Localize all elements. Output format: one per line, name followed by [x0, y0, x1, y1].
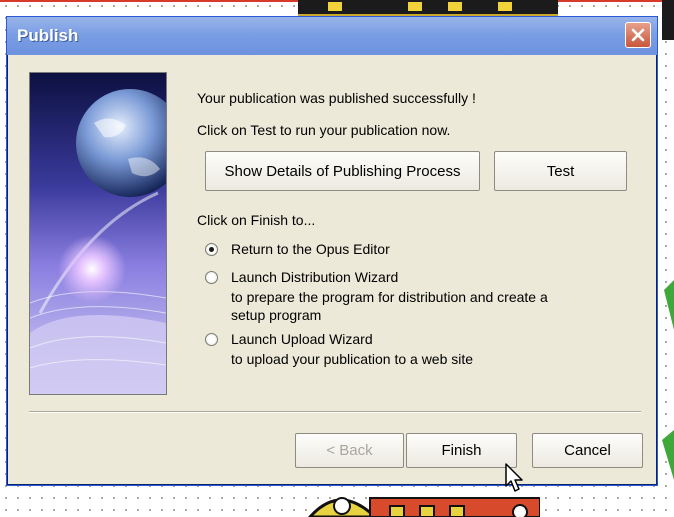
- show-details-button[interactable]: Show Details of Publishing Process: [205, 151, 480, 191]
- close-button[interactable]: [625, 22, 651, 48]
- separator: [29, 411, 641, 413]
- mouse-pointer-icon: [505, 463, 523, 492]
- background-illustration-top: [298, 0, 558, 17]
- finish-hint: Click on Finish to...: [197, 212, 316, 228]
- option-label[interactable]: Launch Upload Wizard: [231, 331, 373, 347]
- option-description: to prepare the program for distribution …: [231, 289, 548, 305]
- cancel-button[interactable]: Cancel: [532, 433, 643, 468]
- option-description: setup program: [231, 307, 322, 323]
- finish-button[interactable]: Finish: [406, 433, 517, 468]
- option-label[interactable]: Return to the Opus Editor: [231, 241, 390, 257]
- close-icon: [631, 28, 645, 42]
- success-message: Your publication was published successfu…: [197, 90, 476, 106]
- radio-return-to-editor[interactable]: [205, 243, 218, 256]
- publish-dialog: Publish Your publication was published s…: [6, 16, 658, 486]
- back-button[interactable]: < Back: [295, 433, 404, 468]
- test-hint: Click on Test to run your publication no…: [197, 122, 451, 138]
- option-label[interactable]: Launch Distribution Wizard: [231, 269, 398, 285]
- dialog-title: Publish: [17, 26, 79, 45]
- title-bar[interactable]: Publish: [7, 17, 657, 55]
- wizard-illustration: [29, 72, 167, 395]
- radio-distribution-wizard[interactable]: [205, 271, 218, 284]
- option-description: to upload your publication to a web site: [231, 351, 474, 367]
- test-button[interactable]: Test: [494, 151, 627, 191]
- radio-upload-wizard[interactable]: [205, 333, 218, 346]
